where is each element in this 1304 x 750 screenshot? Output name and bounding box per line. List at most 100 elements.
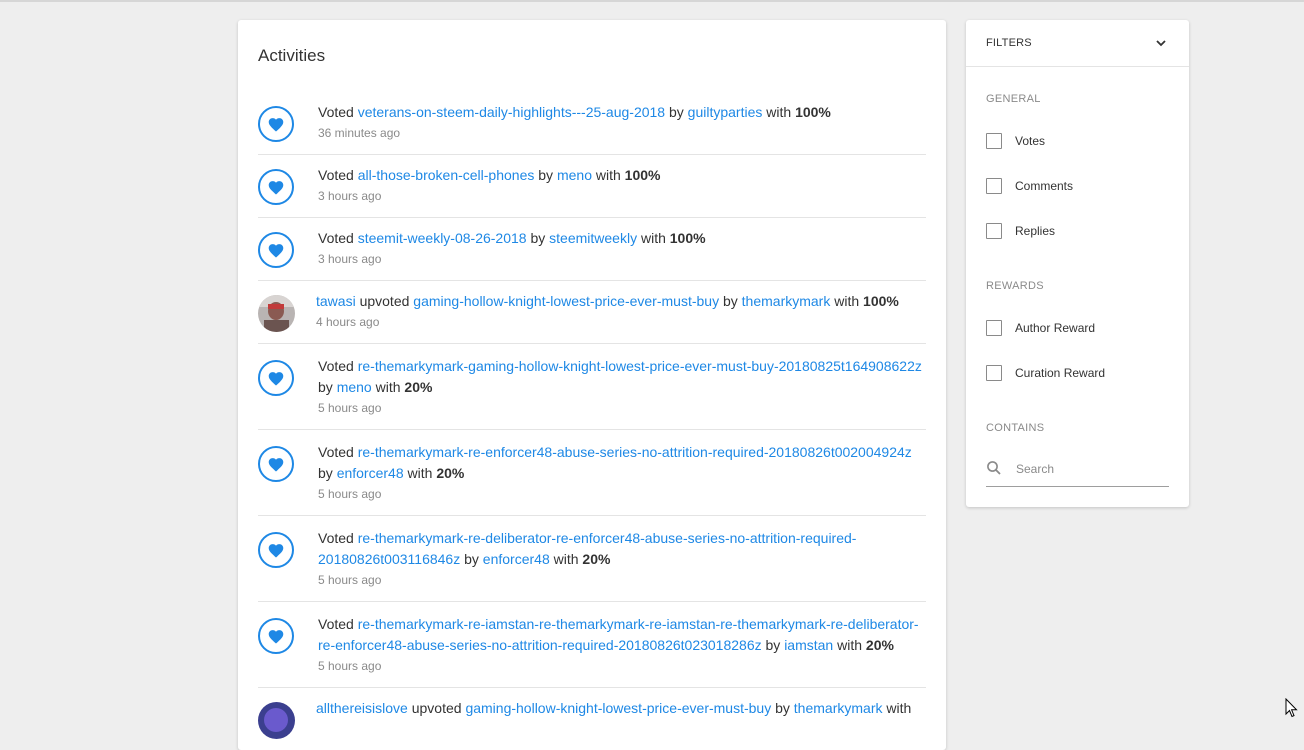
post-link[interactable]: gaming-hollow-knight-lowest-price-ever-m… [413,293,719,309]
author-link[interactable]: meno [557,167,592,183]
by-text: by [318,379,333,395]
chevron-down-icon[interactable] [1154,36,1168,50]
timestamp: 3 hours ago [318,189,382,203]
curation-reward-filter[interactable]: Curation Reward [986,365,1169,383]
list-item: Voted re-themarkymark-re-enforcer48-abus… [258,430,926,516]
activity-text: Voted re-themarkymark-re-deliberator-re-… [318,528,918,570]
comments-filter[interactable]: Comments [986,178,1169,196]
activity-verb: Voted [318,358,354,374]
post-link[interactable]: all-those-broken-cell-phones [358,167,535,183]
general-section-label: GENERAL [986,93,1041,105]
search-icon [986,460,1002,476]
author-link[interactable]: enforcer48 [337,465,404,481]
timestamp: 5 hours ago [318,659,382,673]
by-text: by [668,104,684,120]
with-text: with [375,379,401,395]
post-link[interactable]: gaming-hollow-knight-lowest-price-ever-m… [465,700,771,716]
post-link[interactable]: steemit-weekly-08-26-2018 [358,230,527,246]
list-item: Voted re-themarkymark-re-deliberator-re-… [258,516,926,602]
activity-text: Voted steemit-weekly-08-26-2018 by steem… [318,228,926,249]
list-item: Voted veterans-on-steem-daily-highlights… [258,92,926,155]
activity-verb: Voted [318,444,354,460]
activity-text: Voted all-those-broken-cell-phones by me… [318,165,926,186]
heart-icon [258,106,294,142]
heart-icon [258,360,294,396]
activities-card: Activities Voted veterans-on-steem-daily… [238,20,946,750]
heart-icon [258,169,294,205]
activity-verb: Voted [318,616,354,632]
vote-weight: 20% [865,637,894,653]
by-text: by [530,230,546,246]
with-text: with [886,700,912,716]
list-item: Voted all-those-broken-cell-phones by me… [258,155,926,218]
avatar[interactable] [258,295,295,332]
timestamp: 3 hours ago [318,252,382,266]
by-text: by [318,465,333,481]
activity-verb: upvoted [359,293,410,309]
post-link[interactable]: re-themarkymark-re-enforcer48-abuse-seri… [358,444,912,460]
heart-icon [258,232,294,268]
filters-title: FILTERS [986,37,1032,49]
with-text: with [553,551,579,567]
activity-text: Voted re-themarkymark-re-iamstan-re-them… [318,614,923,656]
replies-filter[interactable]: Replies [986,223,1169,241]
activity-verb: Voted [318,230,354,246]
replies-checkbox[interactable] [986,223,1002,239]
by-text: by [765,637,781,653]
replies-label: Replies [1015,224,1056,238]
activity-verb: upvoted [411,700,462,716]
author-link[interactable]: enforcer48 [483,551,550,567]
filters-header[interactable]: FILTERS [966,20,1189,67]
with-text: with [766,104,792,120]
voter-link[interactable]: allthereisislove [316,700,408,716]
comments-checkbox[interactable] [986,178,1002,194]
activity-verb: Voted [318,104,354,120]
vote-weight: 100% [795,104,831,120]
timestamp: 4 hours ago [316,315,380,329]
contains-section-label: CONTAINS [986,422,1045,434]
list-item: allthereisislove upvoted gaming-hollow-k… [258,688,926,739]
timestamp: 5 hours ago [318,573,382,587]
voter-link[interactable]: tawasi [316,293,356,309]
by-text: by [538,167,554,183]
mouse-cursor-icon [1285,697,1299,718]
heart-icon [258,618,294,654]
author-reward-label: Author Reward [1015,321,1096,335]
rewards-section-label: REWARDS [986,280,1044,292]
vote-weight: 20% [582,551,611,567]
vote-weight: 20% [404,379,433,395]
votes-filter[interactable]: Votes [986,133,1169,151]
author-link[interactable]: meno [337,379,372,395]
author-link[interactable]: guiltyparties [688,104,763,120]
post-link[interactable]: veterans-on-steem-daily-highlights---25-… [358,104,665,120]
with-text: with [407,465,433,481]
author-link[interactable]: steemitweekly [549,230,637,246]
avatar[interactable] [258,702,295,739]
page-title: Activities [258,46,326,65]
author-reward-filter[interactable]: Author Reward [986,320,1169,338]
heart-icon [258,532,294,568]
activity-verb: Voted [318,167,354,183]
heart-icon [258,446,294,482]
activity-verb: Voted [318,530,354,546]
with-text: with [640,230,666,246]
by-text: by [775,700,790,716]
activity-text: Voted veterans-on-steem-daily-highlights… [318,102,926,123]
vote-weight: 100% [863,293,899,309]
author-link[interactable]: iamstan [784,637,833,653]
curation-reward-checkbox[interactable] [986,365,1002,381]
filters-panel: FILTERS GENERAL Votes Comments Replies R… [966,20,1189,507]
search-input[interactable] [1016,456,1166,482]
votes-checkbox[interactable] [986,133,1002,149]
search-field [986,456,1169,487]
author-reward-checkbox[interactable] [986,320,1002,336]
author-link[interactable]: themarkymark [794,700,883,716]
vote-weight: 20% [436,465,465,481]
post-link[interactable]: re-themarkymark-gaming-hollow-knight-low… [358,358,922,374]
vote-weight: 100% [624,167,661,183]
activity-text: Voted re-themarkymark-re-enforcer48-abus… [318,442,926,484]
curation-reward-label: Curation Reward [1015,366,1106,380]
list-item: Voted re-themarkymark-gaming-hollow-knig… [258,344,926,430]
author-link[interactable]: themarkymark [742,293,831,309]
activity-text: Voted re-themarkymark-gaming-hollow-knig… [318,356,926,398]
